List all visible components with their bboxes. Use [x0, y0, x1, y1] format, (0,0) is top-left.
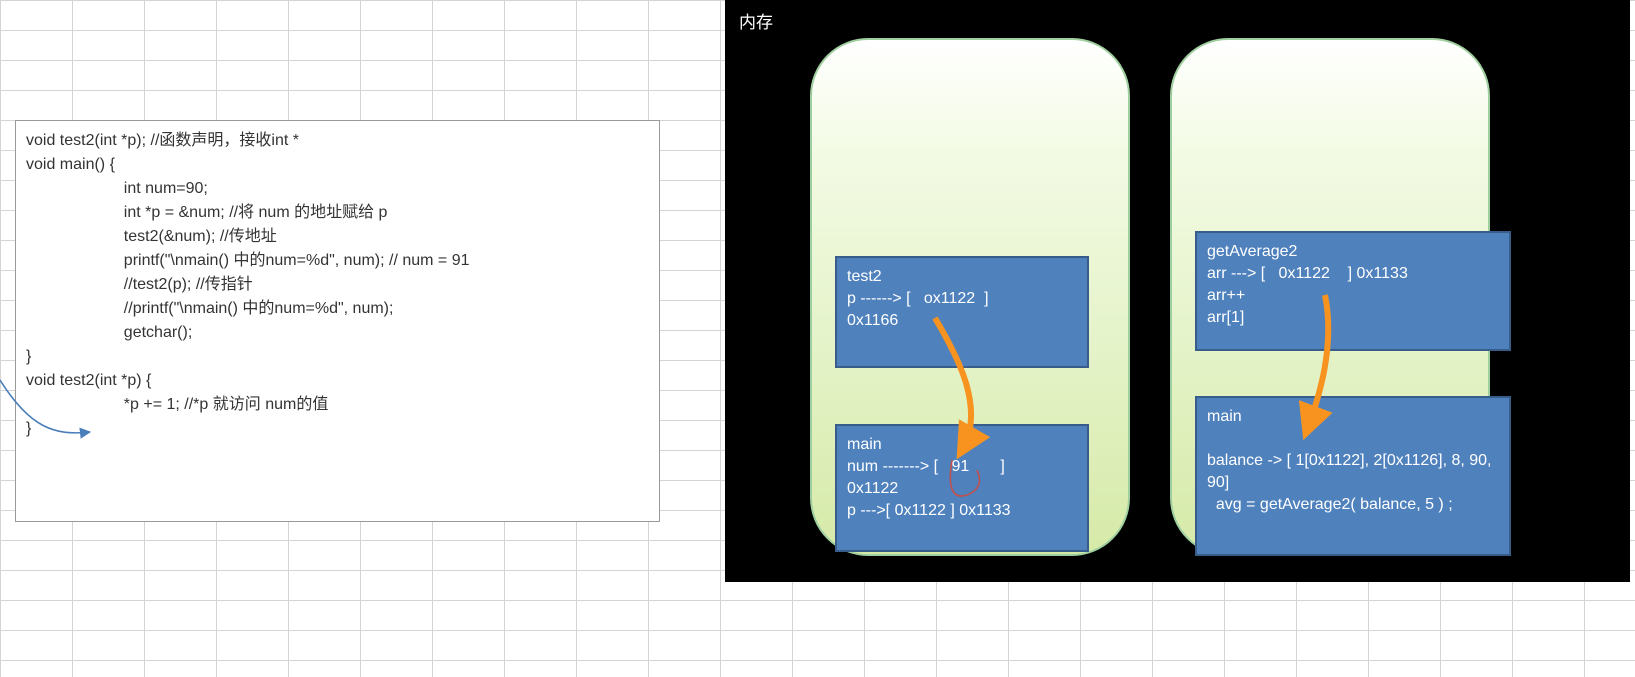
box-main-right: main balance -> [ 1[0x1122], 2[0x1126], … — [1195, 396, 1511, 556]
box-main-left: main num -------> [ 91 ] 0x1122 p --->[ … — [835, 424, 1089, 552]
memory-panel: 内存 test2 p ------> [ ox1122 ] 0x1166 mai… — [725, 0, 1630, 582]
code-textbox: void test2(int *p); //函数声明，接收int * void … — [15, 120, 660, 522]
memory-panel-title: 内存 — [725, 0, 1630, 41]
box-getaverage2: getAverage2 arr ---> [ 0x1122 ] 0x1133 a… — [1195, 231, 1511, 351]
box-test2: test2 p ------> [ ox1122 ] 0x1166 — [835, 256, 1089, 368]
